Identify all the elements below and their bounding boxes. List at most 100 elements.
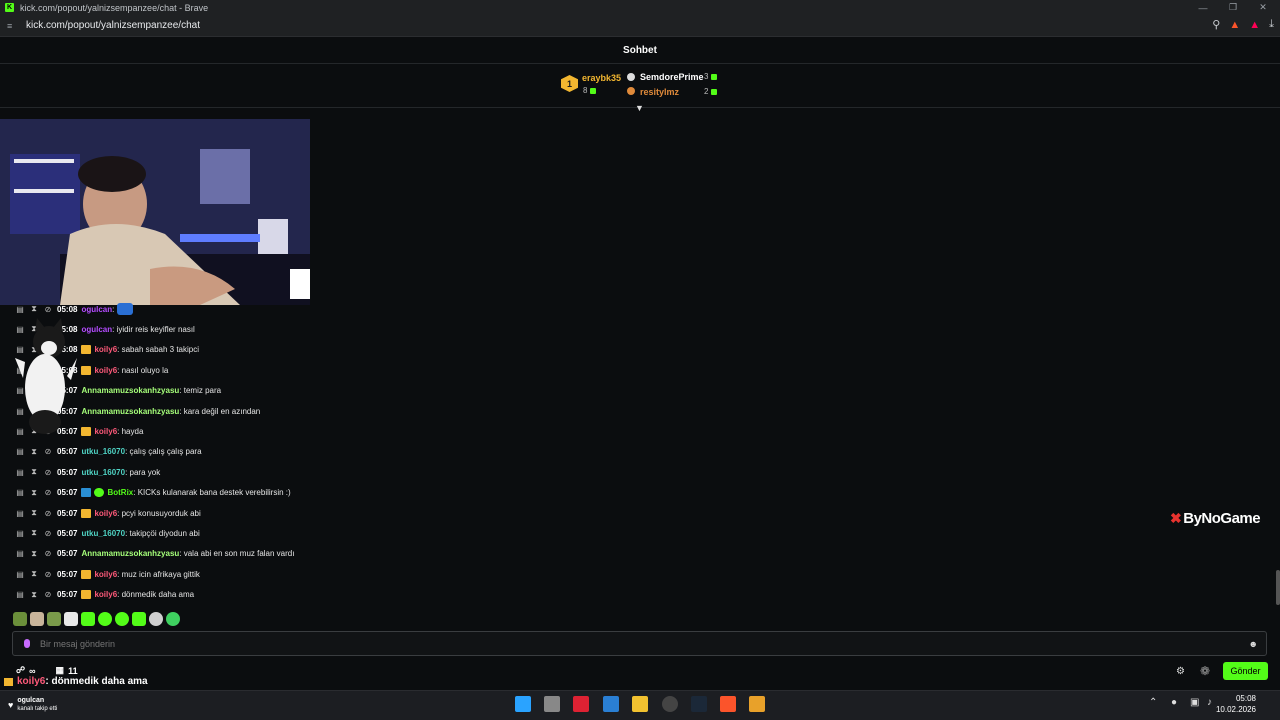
message-username[interactable]: koily6 — [94, 345, 117, 354]
download-icon[interactable]: ⤓ — [1269, 18, 1274, 31]
steam-icon[interactable] — [691, 696, 707, 712]
emote-icon[interactable] — [13, 612, 27, 626]
message-username[interactable]: Annamamuzsokanhzyasu — [81, 549, 179, 558]
delete-icon[interactable]: ▤ — [15, 529, 25, 538]
message-separator: : — [112, 304, 117, 314]
message-input[interactable] — [40, 638, 1220, 649]
emoji-icon[interactable]: ☻ — [1249, 639, 1258, 649]
task-view-icon[interactable] — [544, 696, 560, 712]
message-username[interactable]: Annamamuzsokanhzyasu — [81, 407, 179, 416]
system-clock[interactable]: 05:08 10.02.2026 — [1216, 693, 1256, 715]
tray-chevron-icon[interactable]: ⌃ — [1149, 697, 1157, 708]
delete-icon[interactable]: ▤ — [15, 488, 25, 497]
delete-icon[interactable]: ▤ — [15, 590, 25, 599]
app-icon[interactable] — [749, 696, 765, 712]
crown-badge-icon — [81, 345, 92, 355]
delete-icon[interactable]: ▤ — [15, 305, 25, 314]
windows-start-icon[interactable] — [515, 696, 531, 712]
leaderboard-second-count: 3 — [704, 72, 718, 81]
timeout-icon[interactable]: ⧗ — [29, 447, 39, 457]
mic-icon[interactable] — [24, 639, 30, 648]
leaderboard-third-count: 2 — [704, 87, 718, 96]
emote-icon[interactable] — [81, 612, 95, 626]
timeout-icon[interactable]: ⧗ — [29, 569, 39, 579]
close-icon[interactable]: ✕ — [1248, 0, 1278, 15]
crown-icon — [4, 677, 13, 686]
message-username[interactable]: Annamamuzsokanhzyasu — [81, 386, 179, 395]
chat-message: ▤ ⧗ ⊘ 05:08 ogulcan: — [15, 301, 133, 317]
heart-icon: ♥ — [8, 700, 14, 710]
file-explorer-icon[interactable] — [632, 696, 648, 712]
emote-icon[interactable] — [64, 612, 78, 626]
delete-icon[interactable]: ▤ — [15, 468, 25, 477]
ban-icon[interactable]: ⊘ — [43, 447, 53, 456]
ban-icon[interactable]: ⊘ — [43, 549, 53, 558]
site-info-icon[interactable]: ≡ — [7, 21, 17, 31]
brave-rewards-icon[interactable]: ▲ — [1249, 19, 1260, 31]
message-username[interactable]: koily6 — [94, 366, 117, 375]
message-username[interactable]: BotRix — [107, 488, 133, 497]
app-icon[interactable] — [662, 696, 678, 712]
ban-icon[interactable]: ⊘ — [43, 488, 53, 497]
emote-icon[interactable] — [115, 612, 129, 626]
ban-icon[interactable]: ⊘ — [43, 305, 53, 314]
message-username[interactable]: koily6 — [94, 427, 117, 436]
message-text: hayda — [121, 426, 144, 436]
minimize-icon[interactable]: — — [1188, 0, 1218, 15]
message-time: 05:07 — [57, 467, 78, 477]
expand-leaderboard-icon[interactable]: ▼ — [635, 103, 644, 113]
leaderboard-third-name[interactable]: resitylmz — [640, 87, 679, 97]
restore-icon[interactable]: ❐ — [1218, 0, 1248, 15]
ban-icon[interactable]: ⊘ — [43, 509, 53, 518]
brave-shield-icon[interactable]: ▲ — [1229, 19, 1240, 31]
delete-icon[interactable]: ▤ — [15, 509, 25, 518]
delete-icon[interactable]: ▤ — [15, 570, 25, 579]
notification-text: kanalı takip etti — [17, 706, 58, 712]
network-icon[interactable]: ▣ — [1190, 697, 1199, 708]
emote-icon[interactable] — [47, 612, 61, 626]
address-bar[interactable]: ≡ kick.com/popout/yalnizsempanzee/chat ⚲… — [0, 15, 1280, 37]
quick-emote-icon[interactable]: ❁ — [1200, 664, 1210, 678]
message-username[interactable]: utku_16070 — [81, 529, 125, 538]
leaderboard-second-name[interactable]: SemdorePrime — [640, 72, 704, 82]
url-text[interactable]: kick.com/popout/yalnizsempanzee/chat — [26, 20, 200, 31]
ban-icon[interactable]: ⊘ — [43, 529, 53, 538]
message-username[interactable]: koily6 — [94, 570, 117, 579]
emote-icon[interactable] — [166, 612, 180, 626]
leaderboard-top-name[interactable]: eraybk35 — [582, 73, 621, 83]
timeout-icon[interactable]: ⧗ — [29, 488, 39, 498]
app-icon[interactable] — [573, 696, 589, 712]
emote-icon[interactable] — [149, 612, 163, 626]
timeout-icon[interactable]: ⧗ — [29, 528, 39, 538]
gear-icon[interactable]: ⚙ — [1176, 666, 1185, 677]
timeout-icon[interactable]: ⧗ — [29, 549, 39, 559]
bot-badge-icon — [81, 488, 92, 498]
emote-icon[interactable] — [132, 612, 146, 626]
share-icon: ☍ — [16, 665, 26, 675]
delete-icon[interactable]: ▤ — [15, 549, 25, 558]
send-button[interactable]: Gönder — [1223, 662, 1268, 680]
app-icon[interactable] — [603, 696, 619, 712]
timeout-icon[interactable]: ⧗ — [29, 590, 39, 600]
message-username[interactable]: ogulcan — [81, 305, 112, 314]
message-username[interactable]: koily6 — [94, 590, 117, 599]
delete-icon[interactable]: ▤ — [15, 447, 25, 456]
scrollbar[interactable] — [1276, 570, 1280, 605]
message-username[interactable]: ogulcan — [81, 325, 112, 334]
message-username[interactable]: utku_16070 — [81, 468, 125, 477]
timeout-icon[interactable]: ⧗ — [29, 508, 39, 518]
ban-icon[interactable]: ⊘ — [43, 468, 53, 477]
message-username[interactable]: koily6 — [94, 509, 117, 518]
clock-date: 10.02.2026 — [1215, 705, 1256, 714]
zoom-icon[interactable]: ⚲ — [1212, 18, 1220, 31]
volume-icon[interactable]: ♪ — [1207, 697, 1212, 708]
ban-icon[interactable]: ⊘ — [43, 570, 53, 579]
timeout-icon[interactable]: ⧗ — [29, 304, 39, 314]
emote-icon[interactable] — [30, 612, 44, 626]
message-username[interactable]: utku_16070 — [81, 447, 125, 456]
microphone-icon[interactable]: ● — [1171, 697, 1177, 708]
emote-icon[interactable] — [98, 612, 112, 626]
ban-icon[interactable]: ⊘ — [43, 590, 53, 599]
brave-icon[interactable] — [720, 696, 736, 712]
timeout-icon[interactable]: ⧗ — [29, 467, 39, 477]
